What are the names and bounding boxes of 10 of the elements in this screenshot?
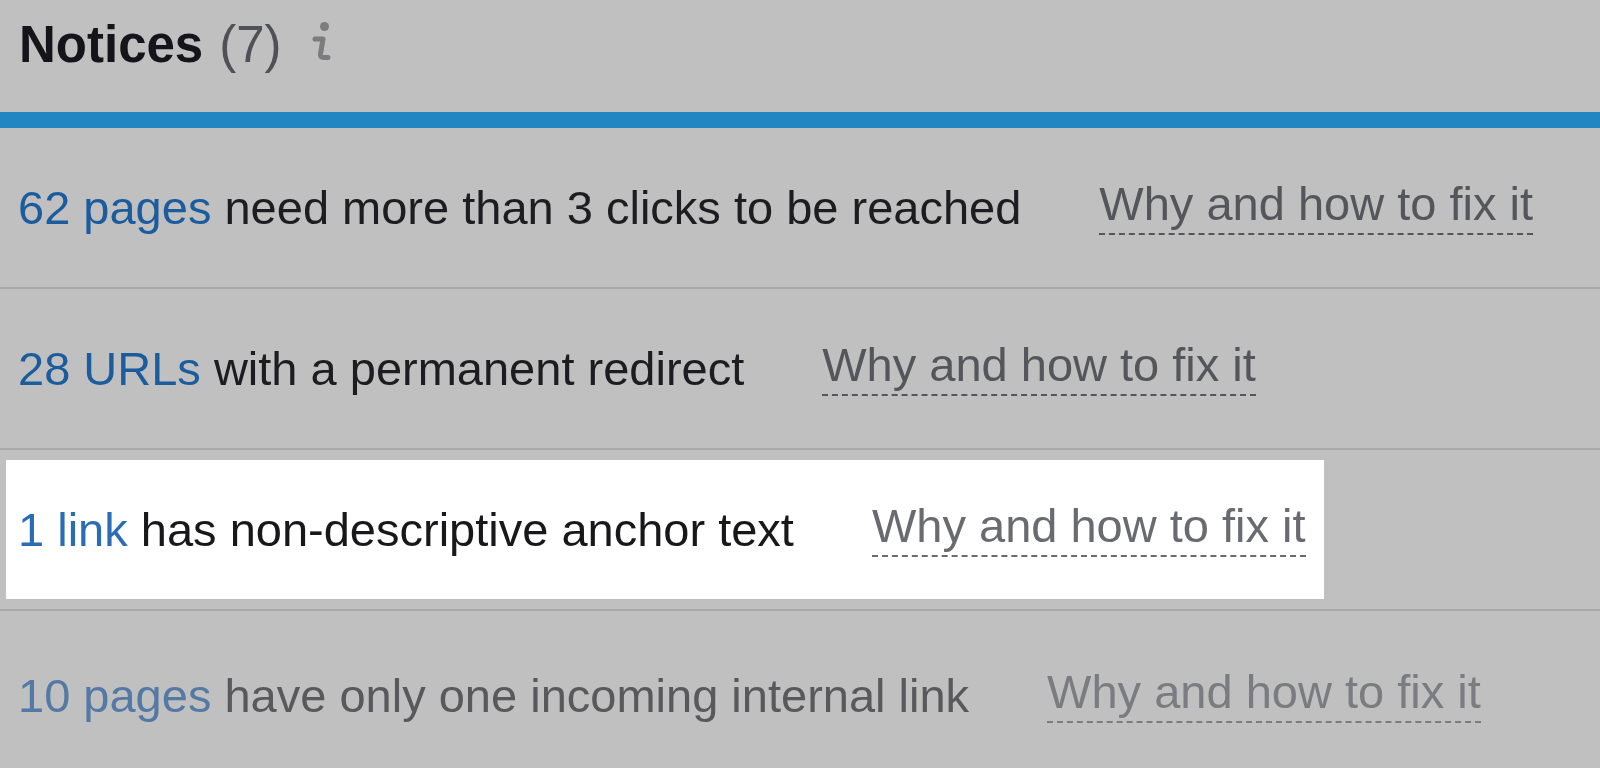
section-title: Notices bbox=[19, 19, 204, 70]
info-icon[interactable] bbox=[311, 22, 332, 62]
affected-items-link[interactable]: 10 pages bbox=[18, 668, 212, 722]
why-and-how-to-fix-link[interactable]: Why and how to fix it bbox=[871, 502, 1306, 557]
affected-items-link[interactable]: 28 URLs bbox=[18, 342, 201, 395]
affected-items-link[interactable]: 1 link bbox=[18, 503, 128, 556]
why-and-how-to-fix-link[interactable]: Why and how to fix it bbox=[1099, 180, 1533, 235]
why-and-how-to-fix-link[interactable]: Why and how to fix it bbox=[822, 341, 1256, 396]
affected-items-link[interactable]: 62 pages bbox=[18, 181, 212, 234]
why-and-how-to-fix-link[interactable]: Why and how to fix it bbox=[1047, 667, 1481, 723]
